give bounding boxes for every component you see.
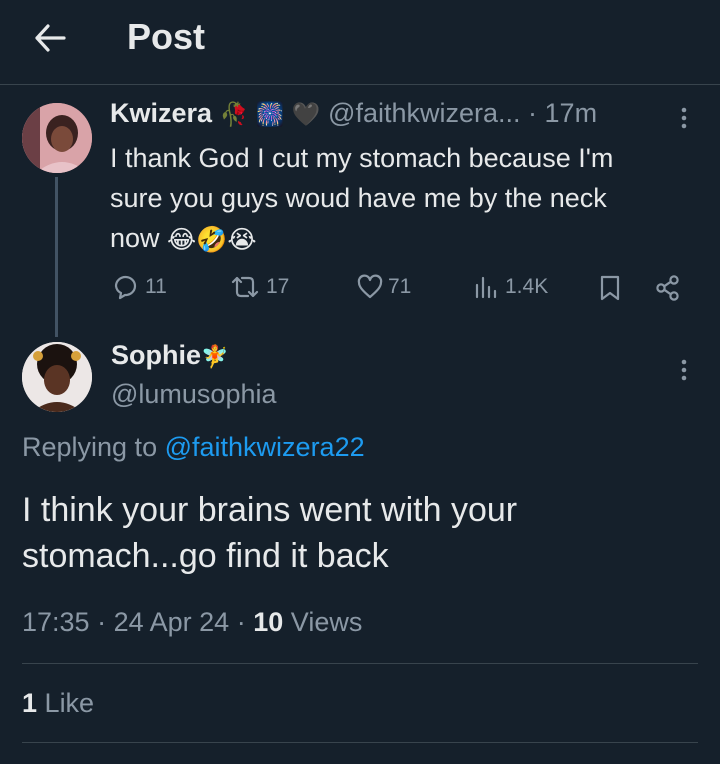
rofl-emoji: 🤣: [196, 225, 228, 254]
like-count: 71: [388, 275, 412, 298]
reply-button[interactable]: 11: [112, 273, 167, 301]
avatar[interactable]: [22, 342, 92, 412]
post-text-line: sure you guys woud have me by the neck: [110, 183, 607, 213]
post-time[interactable]: 17m: [545, 98, 598, 128]
header-divider: [0, 84, 720, 85]
fairy-emoji: 🧚: [201, 343, 229, 369]
likes-count: 1: [22, 688, 38, 718]
post-header: Kwizera 🥀 🎆 🖤 @faithkwizera... · 17m: [110, 98, 597, 129]
views-count: 10: [253, 607, 284, 637]
fireworks-emoji: 🎆: [255, 101, 285, 128]
author-handle[interactable]: @faithkwizera...: [328, 98, 520, 128]
more-options-icon[interactable]: [680, 106, 688, 130]
post-time[interactable]: 17:35: [22, 607, 90, 637]
likes-divider: [22, 742, 698, 743]
reply-text-line: stomach...go find it back: [22, 537, 389, 575]
post-meta: 17:35 · 24 Apr 24 · 10 Views: [22, 607, 362, 638]
avatar[interactable]: [22, 103, 92, 173]
author-handle[interactable]: @lumusophia: [111, 379, 277, 410]
back-arrow-icon[interactable]: [34, 24, 66, 52]
like-button[interactable]: 71: [356, 273, 411, 301]
separator-dot: ·: [97, 607, 107, 637]
views-button[interactable]: 1.4K: [473, 273, 548, 301]
replying-handle-link[interactable]: @faithkwizera22: [165, 432, 365, 462]
post-date[interactable]: 24 Apr 24: [114, 607, 230, 637]
joy-emoji: 😂: [167, 225, 197, 254]
author-name[interactable]: Kwizera: [110, 98, 212, 128]
reply-text: I think your brains went with your stoma…: [22, 487, 517, 579]
views-label: Views: [290, 607, 363, 637]
likes-label: Like: [44, 688, 95, 718]
separator-dot: ·: [236, 607, 246, 637]
views-count: 1.4K: [505, 275, 549, 298]
author-name[interactable]: Sophie: [111, 340, 201, 370]
reply-author-line: Sophie🧚: [111, 340, 228, 371]
reply-text-line: I think your brains went with your: [22, 491, 518, 529]
replying-label: Replying to: [22, 432, 158, 462]
separator-dot: ·: [528, 98, 538, 128]
likes-summary[interactable]: 1 Like: [22, 688, 94, 719]
post-text-line: now: [110, 223, 160, 253]
black-heart-emoji: 🖤: [291, 101, 321, 128]
replying-to: Replying to @faithkwizera22: [22, 432, 365, 463]
meta-divider: [22, 663, 698, 664]
views-icon: [473, 273, 499, 301]
post-text: I thank God I cut my stomach because I'm…: [110, 138, 613, 260]
repost-count: 17: [266, 275, 290, 298]
more-options-icon[interactable]: [680, 358, 688, 382]
reply-count: 11: [145, 275, 167, 298]
repost-button[interactable]: 17: [228, 273, 289, 301]
thread-line: [55, 177, 58, 337]
repost-icon: [228, 273, 262, 301]
post-text-line: I thank God I cut my stomach because I'm: [110, 143, 614, 173]
reply-icon: [112, 273, 140, 301]
share-icon[interactable]: [654, 274, 682, 302]
page-title: Post: [127, 16, 206, 57]
crying-emoji: 😭: [227, 225, 257, 254]
bookmark-icon[interactable]: [598, 274, 622, 302]
rose-emoji: 🥀: [219, 101, 249, 128]
heart-icon: [356, 273, 384, 301]
